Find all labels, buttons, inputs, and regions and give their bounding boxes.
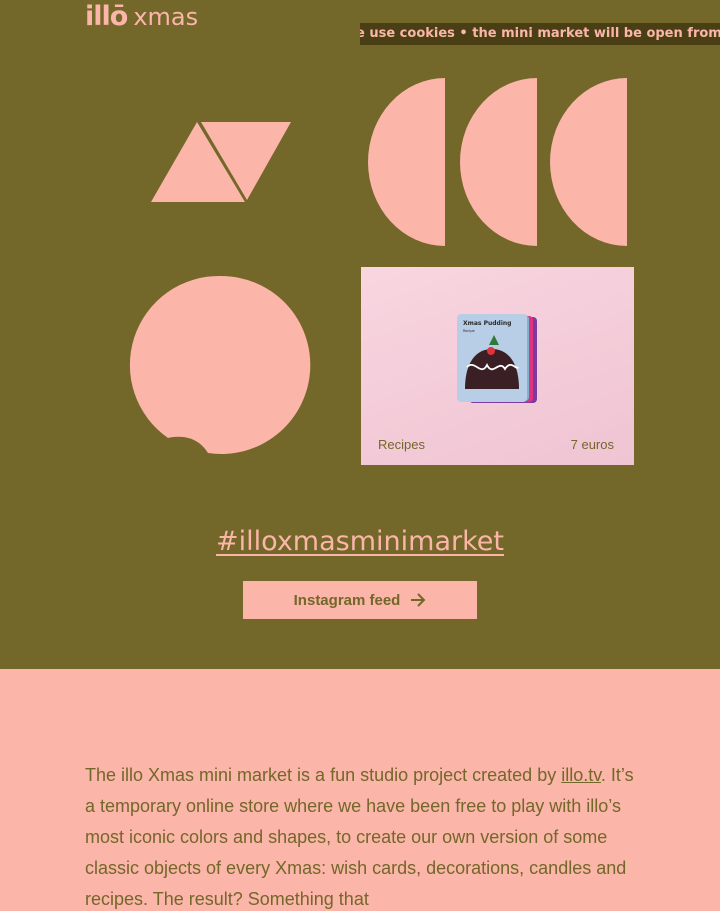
site-logo[interactable]: illō xmas xyxy=(85,2,198,32)
illo-tv-link[interactable]: illo.tv xyxy=(561,765,601,785)
product-price: 7 euros xyxy=(570,437,614,452)
triangles-shape xyxy=(151,122,291,202)
about-paragraph: The illo Xmas mini market is a fun studi… xyxy=(85,760,645,911)
product-card[interactable]: Xmas Pudding Recipe Recipes 7 euros xyxy=(361,267,634,465)
book-cover-title: Xmas Pudding xyxy=(463,320,511,327)
arrow-right-icon xyxy=(411,593,426,607)
logo-text: xmas xyxy=(133,3,199,31)
hashtag-link[interactable]: #illoxmasminimarket xyxy=(216,526,504,557)
book-cover-subtitle: Recipe xyxy=(463,329,475,333)
notched-circle-shape xyxy=(129,275,311,454)
hero-section: illō xmas e use cookies • the mini marke… xyxy=(0,0,720,669)
logo-mark: illō xyxy=(85,1,128,32)
instagram-feed-button[interactable]: Instagram feed xyxy=(243,581,477,619)
xmas-pudding-book-image: Xmas Pudding Recipe xyxy=(457,314,537,403)
product-category: Recipes xyxy=(378,437,425,452)
hashtag-heading: #illoxmasminimarket xyxy=(0,526,720,557)
about-intro: The illo Xmas mini market is a fun studi… xyxy=(85,765,557,785)
instagram-feed-label: Instagram feed xyxy=(293,591,401,609)
ticker-text: e use cookies • the mini market will be … xyxy=(360,26,720,41)
announcement-ticker: e use cookies • the mini market will be … xyxy=(360,23,720,45)
about-rest: . It’s a temporary online store where we… xyxy=(85,765,634,909)
half-circles-shape xyxy=(368,78,627,246)
